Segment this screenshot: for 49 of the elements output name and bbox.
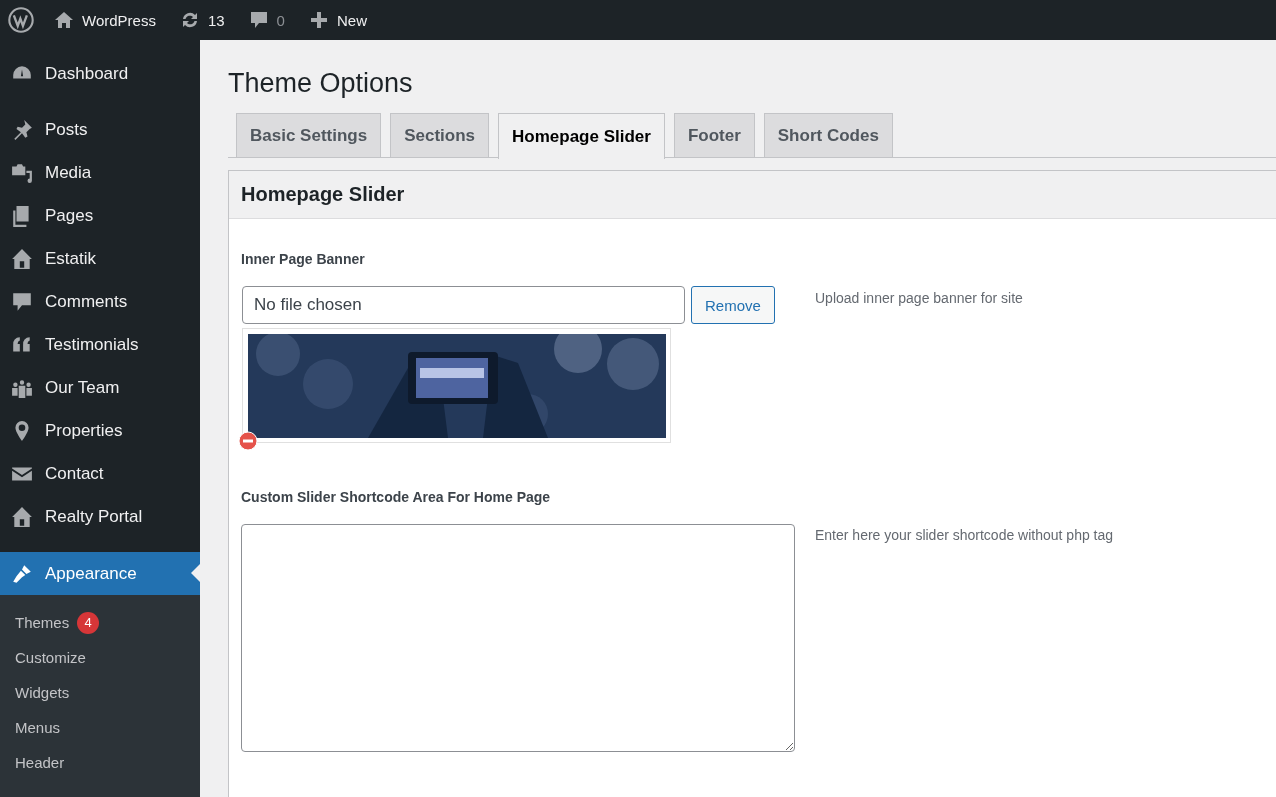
page-title: Theme Options [228,68,414,99]
sidebar-item[interactable]: Contact [0,452,200,495]
home-icon [54,10,74,30]
tab[interactable]: Basic Settings [236,113,382,157]
wordpress-logo-icon[interactable] [8,7,34,33]
field-label: Custom Slider Shortcode Area For Home Page [241,489,552,505]
comments-link[interactable]: 0 [246,10,287,30]
sidebar-item[interactable]: Dashboard [0,52,200,95]
field-description: Enter here your slider shortcode without php tag [815,526,1114,545]
panel-title: Homepage Slider [241,183,405,206]
updates-count: 13 [207,11,225,29]
remove-button[interactable]: Remove [691,286,775,324]
new-label: New [336,11,367,29]
comment-icon [11,290,33,313]
sidebar-item[interactable]: Our Team [0,366,200,409]
plus-icon [308,10,329,30]
site-link[interactable]: WordPress [52,10,158,30]
camera-icon [11,161,33,184]
sidebar-item[interactable]: Estatik [0,237,200,280]
tab[interactable]: Sections [390,113,489,157]
update-count-badge: 4 [77,611,100,634]
sidebar-item[interactable]: Comments [0,280,200,323]
sidebar-item[interactable]: Appearance [0,552,200,595]
sidebar-item[interactable]: Testimonials [0,323,200,366]
tab[interactable]: Footer [673,113,755,157]
field-label: Inner Page Banner [241,251,366,267]
comment-icon [248,10,269,30]
sidebar-item[interactable]: Media [0,151,200,194]
submenu-item[interactable]: Header [0,745,200,780]
submenu-item[interactable]: Menus [0,710,200,745]
submenu-item[interactable]: Widgets [0,675,200,710]
house-icon [11,247,33,270]
tab[interactable]: Homepage Slider [498,113,665,159]
sidebar-item[interactable]: Realty Portal [0,495,200,538]
site-name: WordPress [82,11,156,29]
paintbrush-icon [11,562,33,585]
sidebar-item[interactable]: Pages [0,194,200,237]
house-icon [11,505,33,528]
comments-count: 0 [276,11,285,29]
updates-link[interactable]: 13 [177,10,227,30]
submenu-item[interactable]: Customize [0,640,200,675]
submenu-item[interactable]: Themes 4 [0,605,200,640]
new-link[interactable]: New [306,10,369,30]
sidebar-item[interactable]: Properties [0,409,200,452]
sidebar-item[interactable]: Posts [0,108,200,151]
tab[interactable]: Short Codes [763,113,893,157]
remove-icon[interactable] [238,431,258,451]
field-description: Upload inner page banner for site [815,289,1023,308]
file-field[interactable]: No file chosen [242,286,685,324]
